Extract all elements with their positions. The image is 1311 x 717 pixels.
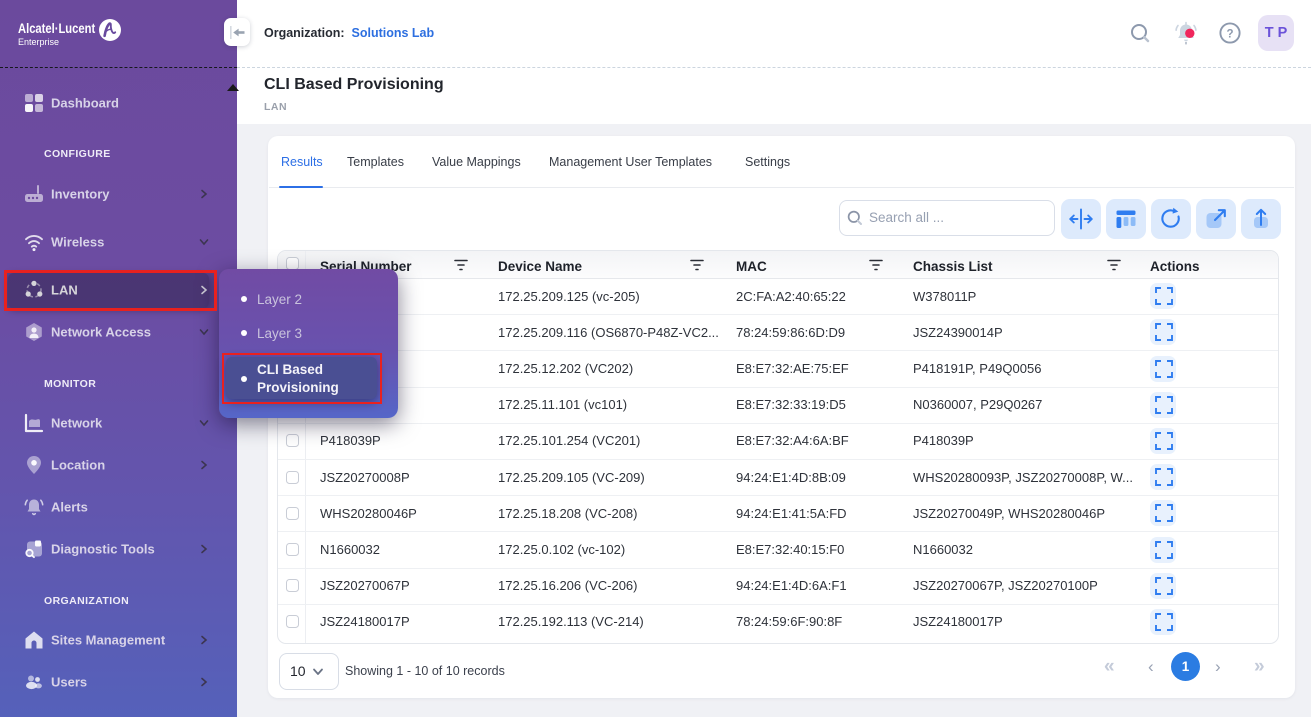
svg-text:?: ? (1226, 28, 1233, 40)
